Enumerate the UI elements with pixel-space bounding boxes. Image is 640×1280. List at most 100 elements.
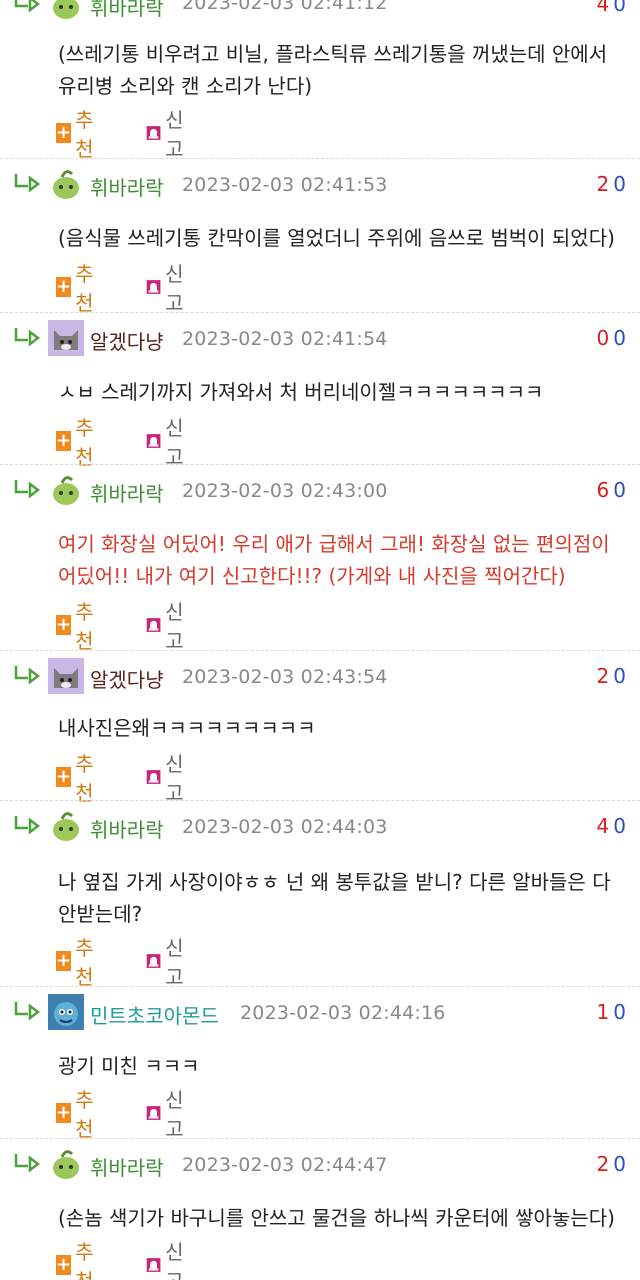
recommend-button[interactable]: +추천 <box>56 936 98 989</box>
report-label: 신고 <box>165 262 184 315</box>
nickname[interactable]: 민트초코아몬드 <box>90 1000 219 1029</box>
comment-text: (쓰레기통 비우려고 비닐, 플라스틱류 쓰레기통을 꺼냈는데 안에서 유리병 … <box>58 42 608 98</box>
report-label: 신고 <box>165 416 184 469</box>
reply-arrow-icon <box>14 816 41 835</box>
comment-text: 나 옆집 가게 사장이야ㅎㅎ 넌 왜 봉투값을 받니? 다른 알바들은 다 안받… <box>58 870 611 926</box>
plus-icon: + <box>56 276 72 297</box>
reply-arrow-icon <box>14 174 41 193</box>
siren-icon <box>146 280 161 294</box>
recommend-button[interactable]: +추천 <box>56 108 98 161</box>
report-button[interactable]: 신고 <box>146 1240 190 1280</box>
comment-item: 민트초코아몬드 2023-02-03 02:44:16 10 광기 미친 ㅋㅋㅋ… <box>0 988 640 1141</box>
recommend-label: 추천 <box>75 752 94 805</box>
timestamp: 2023-02-03 02:43:00 <box>182 480 388 502</box>
nickname[interactable]: 휘바라락 <box>90 0 164 21</box>
recommend-button[interactable]: +추천 <box>56 1240 98 1280</box>
timestamp: 2023-02-03 02:44:16 <box>240 1002 446 1024</box>
upvote-count: 6 <box>596 478 610 502</box>
divider <box>0 1138 640 1139</box>
downvote-count: 0 <box>613 478 626 502</box>
siren-icon <box>146 770 161 784</box>
gray-cat-avatar <box>48 658 84 694</box>
vote-count: 40 <box>597 814 626 838</box>
divider <box>0 464 640 465</box>
report-button[interactable]: 신고 <box>146 1088 190 1141</box>
recommend-label: 추천 <box>75 936 94 989</box>
nickname[interactable]: 휘바라락 <box>90 478 164 507</box>
reply-arrow-icon <box>14 0 41 13</box>
vote-count: 40 <box>597 0 626 16</box>
downvote-count: 0 <box>613 326 626 350</box>
downvote-count: 0 <box>613 172 626 196</box>
comment-text: (음식물 쓰레기통 칸막이를 열었더니 주위에 음쓰로 범벅이 되었다) <box>58 226 615 250</box>
downvote-count: 0 <box>613 664 626 688</box>
divider <box>0 986 640 987</box>
timestamp: 2023-02-03 02:43:54 <box>182 666 388 688</box>
timestamp: 2023-02-03 02:44:03 <box>182 816 388 838</box>
reply-arrow-icon <box>14 480 41 499</box>
report-label: 신고 <box>165 752 184 805</box>
report-button[interactable]: 신고 <box>146 936 190 989</box>
reply-arrow-icon <box>14 1002 41 1021</box>
siren-icon <box>146 434 161 448</box>
plus-icon: + <box>56 1102 72 1123</box>
reply-arrow-icon <box>14 666 41 685</box>
recommend-button[interactable]: +추천 <box>56 262 98 315</box>
vote-count: 20 <box>597 172 626 196</box>
report-button[interactable]: 신고 <box>146 262 190 315</box>
green-character-avatar <box>53 812 79 841</box>
siren-icon <box>146 618 161 632</box>
plus-icon: + <box>56 950 72 971</box>
comment-item: 휘바라락 2023-02-03 02:43:00 60 여기 화장실 어딨어! … <box>0 466 640 653</box>
nickname[interactable]: 알겠다냥 <box>90 664 164 693</box>
report-label: 신고 <box>165 936 184 989</box>
vote-count: 20 <box>597 1152 626 1176</box>
timestamp: 2023-02-03 02:41:53 <box>182 174 388 196</box>
comment-text: 광기 미친 ㅋㅋㅋ <box>58 1054 200 1078</box>
recommend-button[interactable]: +추천 <box>56 600 98 653</box>
nickname[interactable]: 휘바라락 <box>90 172 164 201</box>
reply-arrow-icon <box>14 328 41 347</box>
comment-item: 휘바라락 2023-02-03 02:44:47 20 (손놈 색기가 바구니를… <box>0 1140 640 1280</box>
recommend-button[interactable]: +추천 <box>56 416 98 469</box>
report-button[interactable]: 신고 <box>146 600 190 653</box>
report-button[interactable]: 신고 <box>146 108 190 161</box>
plus-icon: + <box>56 122 72 143</box>
vote-count: 10 <box>597 1000 626 1024</box>
report-label: 신고 <box>165 1240 184 1280</box>
downvote-count: 0 <box>613 814 626 838</box>
recommend-button[interactable]: +추천 <box>56 1088 98 1141</box>
plus-icon: + <box>56 430 72 451</box>
report-button[interactable]: 신고 <box>146 752 190 805</box>
comment-text: ㅅㅂ 스레기까지 가져와서 처 버리네이젤ㅋㅋㅋㅋㅋㅋㅋㅋ <box>58 380 544 404</box>
timestamp: 2023-02-03 02:44:47 <box>182 1154 388 1176</box>
blue-character-avatar <box>48 994 84 1030</box>
recommend-label: 추천 <box>75 262 94 315</box>
recommend-button[interactable]: +추천 <box>56 752 98 805</box>
upvote-count: 2 <box>596 664 610 688</box>
recommend-label: 추천 <box>75 416 94 469</box>
timestamp: 2023-02-03 02:41:12 <box>182 0 388 14</box>
siren-icon <box>146 1106 161 1120</box>
upvote-count: 2 <box>596 1152 610 1176</box>
timestamp: 2023-02-03 02:41:54 <box>182 328 388 350</box>
downvote-count: 0 <box>613 1000 626 1024</box>
siren-icon <box>146 1258 161 1272</box>
green-character-avatar <box>53 0 79 19</box>
comment-text: 내사진은왜ㅋㅋㅋㅋㅋㅋㅋㅋㅋ <box>58 716 316 740</box>
report-label: 신고 <box>165 108 184 161</box>
report-button[interactable]: 신고 <box>146 416 190 469</box>
reply-arrow-icon <box>14 1154 41 1173</box>
gray-cat-avatar <box>48 320 84 356</box>
plus-icon: + <box>56 614 72 635</box>
nickname[interactable]: 휘바라락 <box>90 1152 164 1181</box>
plus-icon: + <box>56 1254 72 1275</box>
siren-icon <box>146 954 161 968</box>
comment-item: 알겠다냥 2023-02-03 02:41:54 00 ㅅㅂ 스레기까지 가져와… <box>0 314 640 469</box>
upvote-count: 2 <box>596 172 610 196</box>
nickname[interactable]: 휘바라락 <box>90 814 164 843</box>
nickname[interactable]: 알겠다냥 <box>90 326 164 355</box>
vote-count: 60 <box>597 478 626 502</box>
divider <box>0 650 640 651</box>
divider <box>0 158 640 159</box>
